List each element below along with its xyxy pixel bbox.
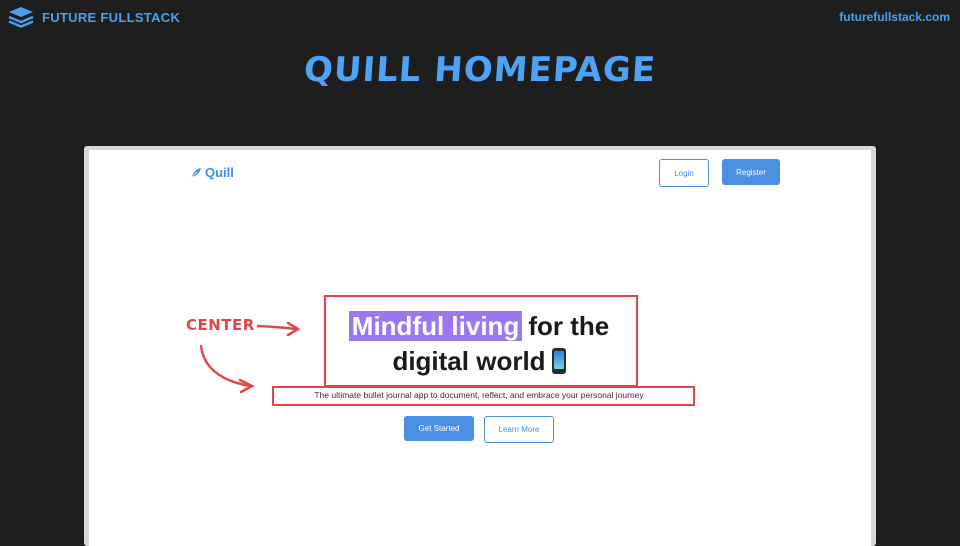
- annotation-arrows: [199, 321, 301, 394]
- arrow-right-icon: [256, 321, 301, 337]
- arrow-curve-icon: [199, 344, 255, 394]
